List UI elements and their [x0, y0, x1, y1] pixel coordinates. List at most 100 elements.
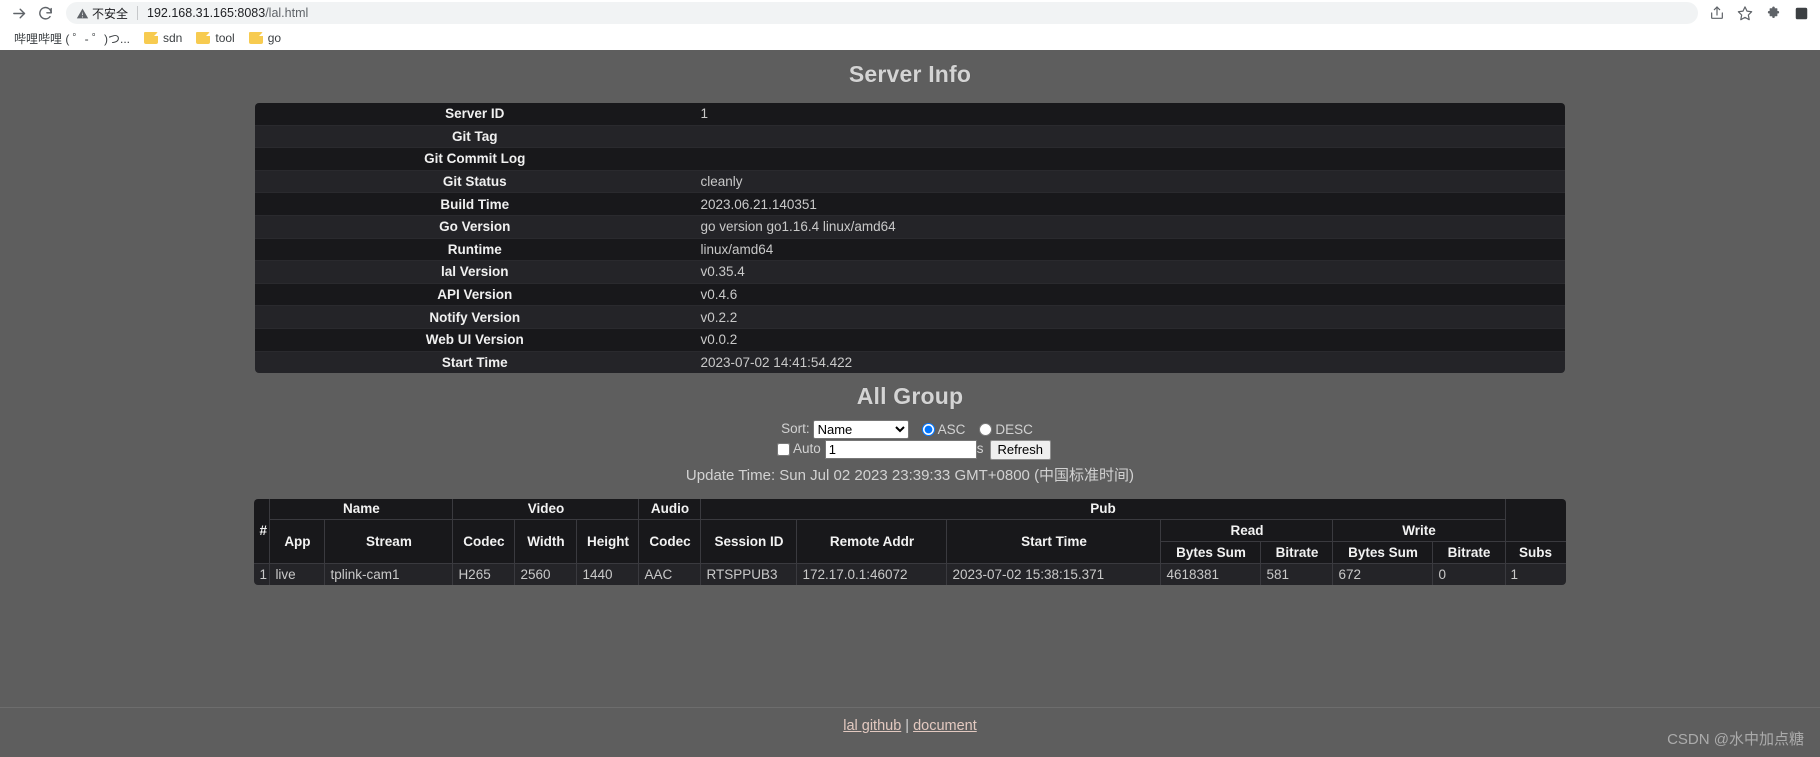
- url-text: 192.168.31.165:8083/lal.html: [147, 6, 308, 20]
- th-pub-group: Pub: [700, 498, 1506, 520]
- cell-app: live: [269, 562, 326, 585]
- bookmark-item[interactable]: go: [243, 29, 287, 47]
- share-icon[interactable]: [1704, 2, 1730, 24]
- server-info-value: cleanly: [694, 169, 1565, 193]
- table-row: Runtime linux/amd64: [255, 237, 1565, 261]
- table-row: Start Time 2023-07-02 14:41:54.422: [255, 350, 1565, 374]
- bookmark-label: sdn: [163, 31, 183, 45]
- warning-triangle-icon: [76, 7, 89, 20]
- browser-toolbar: 不安全 192.168.31.165:8083/lal.html: [0, 0, 1820, 26]
- th-video-codec: Codec: [452, 518, 516, 564]
- cell-stream: tplink-cam1: [324, 562, 454, 585]
- th-subs: Subs: [1504, 540, 1566, 564]
- th-read-bitrate: Bitrate: [1260, 540, 1334, 564]
- table-row: lal Version v0.35.4: [255, 260, 1565, 284]
- cell-height: 1440: [576, 562, 640, 585]
- bookmark-item[interactable]: tool: [190, 29, 240, 47]
- table-row: 1 live tplink-cam1 H265 2560 1440 AAC RT…: [254, 562, 1566, 585]
- server-info-value: v0.0.2: [694, 327, 1565, 352]
- th-write-bytes-sum: Bytes Sum: [1332, 540, 1434, 564]
- server-info-key: Runtime: [255, 237, 695, 261]
- controls-row-sort: Sort: Name ASC DESC: [0, 419, 1820, 440]
- omnibox-divider: [137, 6, 139, 20]
- toolbar-icons: [1704, 2, 1814, 24]
- cell-write-bytes-sum: 672: [1332, 562, 1434, 585]
- auto-refresh-checkbox[interactable]: [776, 443, 790, 456]
- bookmark-label: 哔哩哔哩 ( ゜- ゜)つ...: [14, 31, 130, 46]
- table-row: Git Commit Log: [255, 147, 1565, 171]
- server-info-value: 2023-07-02 14:41:54.422: [694, 350, 1565, 374]
- order-label-asc[interactable]: ASC: [938, 422, 966, 437]
- star-icon[interactable]: [1732, 2, 1758, 24]
- forward-arrow-icon[interactable]: [6, 2, 32, 24]
- th-subs-spacer: [1504, 498, 1566, 542]
- refresh-button[interactable]: Refresh: [989, 439, 1052, 460]
- profile-square-icon[interactable]: [1788, 2, 1814, 24]
- cell-width: 2560: [514, 562, 578, 585]
- order-radio-asc[interactable]: [921, 423, 935, 437]
- cell-read-bytes-sum: 4618381: [1160, 562, 1262, 585]
- cell-audio-codec: AAC: [638, 562, 702, 585]
- bookmark-item[interactable]: 哔哩哔哩 ( ゜- ゜)つ...: [8, 28, 136, 49]
- cell-subs: 1: [1504, 562, 1566, 585]
- bookmarks-bar: 哔哩哔哩 ( ゜- ゜)つ... sdn tool go: [0, 26, 1820, 50]
- th-width: Width: [514, 518, 578, 564]
- server-info-key: Git Status: [255, 169, 695, 193]
- footer: lal github | document: [0, 707, 1820, 735]
- interval-unit-label: s: [976, 441, 984, 457]
- th-index: #: [254, 498, 271, 564]
- server-info-key: Git Tag: [255, 124, 695, 148]
- page-title-server-info: Server Info: [848, 61, 972, 87]
- table-row: Server ID 1: [255, 103, 1565, 126]
- lal-github-link[interactable]: lal github: [843, 718, 901, 734]
- cell-read-bitrate: 581: [1260, 562, 1334, 585]
- order-label-desc[interactable]: DESC: [995, 422, 1033, 437]
- server-info-value: v0.4.6: [694, 282, 1565, 306]
- table-row: Build Time 2023.06.21.140351: [255, 192, 1565, 216]
- server-info-value: 1: [694, 103, 1565, 126]
- url-host: 192.168.31.165:8083: [147, 6, 266, 20]
- document-link[interactable]: document: [913, 718, 977, 734]
- folder-icon: [196, 32, 211, 44]
- cell-session-id: RTSPPUB3: [700, 562, 798, 585]
- server-info-table: Server ID 1 Git Tag Git Commit Log Git S…: [254, 102, 1566, 375]
- table-row: Web UI Version v0.0.2: [255, 327, 1565, 352]
- refresh-interval-input[interactable]: [824, 440, 977, 459]
- th-height: Height: [576, 518, 640, 564]
- server-info-value: go version go1.16.4 linux/amd64: [694, 214, 1565, 239]
- cell-start-time: 2023-07-02 15:38:15.371: [946, 562, 1162, 585]
- server-info-key: Git Commit Log: [255, 147, 695, 171]
- bookmark-label: go: [267, 31, 282, 45]
- sort-select[interactable]: Name: [812, 420, 909, 440]
- cell-index: 1: [254, 562, 271, 585]
- server-info-key: Web UI Version: [255, 327, 695, 352]
- th-stream: Stream: [324, 518, 454, 564]
- th-session-id: Session ID: [700, 518, 798, 564]
- controls-row-auto: Auto s Refresh: [0, 439, 1820, 460]
- order-radio-desc[interactable]: [979, 423, 993, 437]
- table-row: API Version v0.4.6: [255, 282, 1565, 306]
- th-app: App: [269, 518, 326, 564]
- bookmark-item[interactable]: sdn: [138, 29, 188, 47]
- server-info-value: v0.2.2: [694, 305, 1565, 329]
- server-info-key: API Version: [255, 282, 695, 306]
- server-info-key: Start Time: [255, 350, 695, 374]
- table-header-mid-row: App Stream Codec Width Height Codec Sess…: [254, 518, 1565, 564]
- server-info-key: Notify Version: [255, 305, 695, 329]
- puzzle-piece-icon[interactable]: [1760, 2, 1786, 24]
- security-label: 不安全: [92, 6, 129, 21]
- th-audio-group: Audio: [638, 498, 702, 520]
- th-read-bytes-sum: Bytes Sum: [1160, 540, 1262, 564]
- address-bar[interactable]: 不安全 192.168.31.165:8083/lal.html: [66, 2, 1698, 24]
- th-audio-codec: Codec: [638, 518, 702, 564]
- reload-icon[interactable]: [32, 2, 58, 24]
- server-info-value: [694, 124, 1565, 148]
- update-time-label: Update Time: Sun Jul 02 2023 23:39:33 GM…: [685, 466, 1135, 484]
- csdn-watermark: CSDN @水中加点糖: [1667, 731, 1804, 748]
- cell-remote-addr: 172.17.0.1:46072: [796, 562, 948, 585]
- table-header-group-row: # Name Video Audio Pub: [254, 498, 1566, 564]
- th-write-group: Write: [1332, 518, 1506, 542]
- server-info-value: [694, 147, 1565, 171]
- browser-chrome: 不安全 192.168.31.165:8083/lal.html 哔哩哔哩 (…: [0, 0, 1820, 50]
- server-info-key: Server ID: [255, 103, 695, 126]
